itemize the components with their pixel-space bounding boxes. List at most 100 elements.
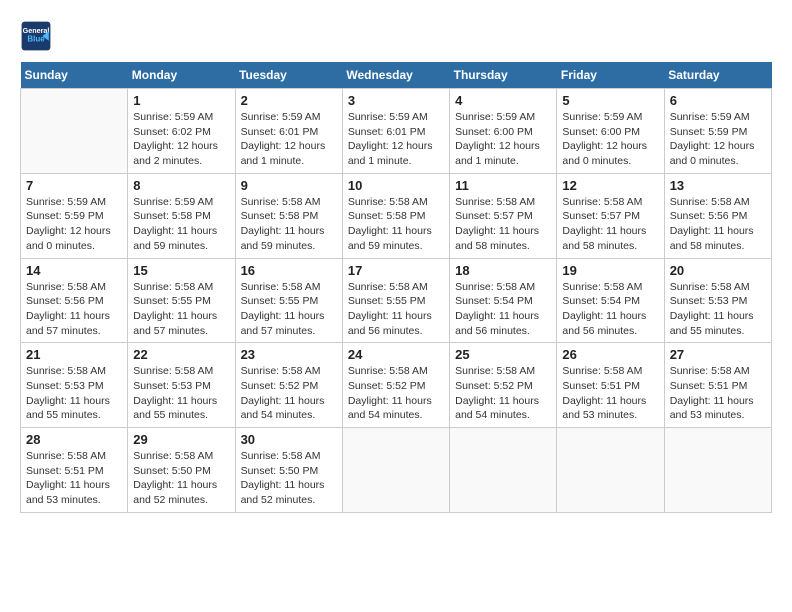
calendar-cell: 13 Sunrise: 5:58 AMSunset: 5:56 PMDaylig… — [664, 173, 771, 258]
calendar-cell: 9 Sunrise: 5:58 AMSunset: 5:58 PMDayligh… — [235, 173, 342, 258]
day-number: 22 — [133, 347, 229, 362]
calendar-cell: 27 Sunrise: 5:58 AMSunset: 5:51 PMDaylig… — [664, 343, 771, 428]
day-number: 23 — [241, 347, 337, 362]
cell-info: Sunrise: 5:58 AMSunset: 5:52 PMDaylight:… — [348, 365, 432, 421]
cell-info: Sunrise: 5:58 AMSunset: 5:53 PMDaylight:… — [670, 281, 754, 337]
day-number: 29 — [133, 432, 229, 447]
calendar-cell: 30 Sunrise: 5:58 AMSunset: 5:50 PMDaylig… — [235, 428, 342, 513]
day-header-sunday: Sunday — [21, 62, 128, 89]
calendar-cell: 29 Sunrise: 5:58 AMSunset: 5:50 PMDaylig… — [128, 428, 235, 513]
day-header-monday: Monday — [128, 62, 235, 89]
cell-info: Sunrise: 5:58 AMSunset: 5:51 PMDaylight:… — [562, 365, 646, 421]
svg-text:General: General — [23, 26, 50, 35]
cell-info: Sunrise: 5:58 AMSunset: 5:52 PMDaylight:… — [455, 365, 539, 421]
day-number: 30 — [241, 432, 337, 447]
day-header-tuesday: Tuesday — [235, 62, 342, 89]
cell-info: Sunrise: 5:58 AMSunset: 5:55 PMDaylight:… — [348, 281, 432, 337]
calendar-cell: 15 Sunrise: 5:58 AMSunset: 5:55 PMDaylig… — [128, 258, 235, 343]
calendar-cell: 25 Sunrise: 5:58 AMSunset: 5:52 PMDaylig… — [450, 343, 557, 428]
calendar-cell — [450, 428, 557, 513]
calendar-cell: 26 Sunrise: 5:58 AMSunset: 5:51 PMDaylig… — [557, 343, 664, 428]
day-header-wednesday: Wednesday — [342, 62, 449, 89]
cell-info: Sunrise: 5:58 AMSunset: 5:57 PMDaylight:… — [562, 196, 646, 252]
cell-info: Sunrise: 5:59 AMSunset: 6:01 PMDaylight:… — [241, 111, 326, 167]
calendar-cell: 5 Sunrise: 5:59 AMSunset: 6:00 PMDayligh… — [557, 89, 664, 174]
day-number: 17 — [348, 263, 444, 278]
day-number: 1 — [133, 93, 229, 108]
page-header: General Blue — [20, 20, 772, 52]
week-row-4: 21 Sunrise: 5:58 AMSunset: 5:53 PMDaylig… — [21, 343, 772, 428]
day-number: 7 — [26, 178, 122, 193]
calendar-table: SundayMondayTuesdayWednesdayThursdayFrid… — [20, 62, 772, 513]
calendar-cell — [342, 428, 449, 513]
calendar-cell: 22 Sunrise: 5:58 AMSunset: 5:53 PMDaylig… — [128, 343, 235, 428]
calendar-cell — [21, 89, 128, 174]
calendar-cell: 28 Sunrise: 5:58 AMSunset: 5:51 PMDaylig… — [21, 428, 128, 513]
calendar-cell: 8 Sunrise: 5:59 AMSunset: 5:58 PMDayligh… — [128, 173, 235, 258]
cell-info: Sunrise: 5:58 AMSunset: 5:54 PMDaylight:… — [562, 281, 646, 337]
cell-info: Sunrise: 5:58 AMSunset: 5:54 PMDaylight:… — [455, 281, 539, 337]
cell-info: Sunrise: 5:59 AMSunset: 5:59 PMDaylight:… — [670, 111, 755, 167]
calendar-cell: 10 Sunrise: 5:58 AMSunset: 5:58 PMDaylig… — [342, 173, 449, 258]
day-header-saturday: Saturday — [664, 62, 771, 89]
calendar-cell — [664, 428, 771, 513]
calendar-cell — [557, 428, 664, 513]
calendar-cell: 24 Sunrise: 5:58 AMSunset: 5:52 PMDaylig… — [342, 343, 449, 428]
calendar-cell: 12 Sunrise: 5:58 AMSunset: 5:57 PMDaylig… — [557, 173, 664, 258]
calendar-cell: 20 Sunrise: 5:58 AMSunset: 5:53 PMDaylig… — [664, 258, 771, 343]
calendar-cell: 11 Sunrise: 5:58 AMSunset: 5:57 PMDaylig… — [450, 173, 557, 258]
day-number: 16 — [241, 263, 337, 278]
day-number: 19 — [562, 263, 658, 278]
calendar-cell: 4 Sunrise: 5:59 AMSunset: 6:00 PMDayligh… — [450, 89, 557, 174]
calendar-cell: 19 Sunrise: 5:58 AMSunset: 5:54 PMDaylig… — [557, 258, 664, 343]
day-header-friday: Friday — [557, 62, 664, 89]
day-number: 24 — [348, 347, 444, 362]
cell-info: Sunrise: 5:58 AMSunset: 5:57 PMDaylight:… — [455, 196, 539, 252]
cell-info: Sunrise: 5:58 AMSunset: 5:50 PMDaylight:… — [241, 450, 325, 506]
cell-info: Sunrise: 5:58 AMSunset: 5:53 PMDaylight:… — [133, 365, 217, 421]
calendar-cell: 14 Sunrise: 5:58 AMSunset: 5:56 PMDaylig… — [21, 258, 128, 343]
calendar-cell: 2 Sunrise: 5:59 AMSunset: 6:01 PMDayligh… — [235, 89, 342, 174]
day-number: 5 — [562, 93, 658, 108]
day-number: 11 — [455, 178, 551, 193]
day-number: 8 — [133, 178, 229, 193]
cell-info: Sunrise: 5:59 AMSunset: 6:00 PMDaylight:… — [562, 111, 647, 167]
calendar-cell: 6 Sunrise: 5:59 AMSunset: 5:59 PMDayligh… — [664, 89, 771, 174]
calendar-cell: 7 Sunrise: 5:59 AMSunset: 5:59 PMDayligh… — [21, 173, 128, 258]
day-number: 13 — [670, 178, 766, 193]
cell-info: Sunrise: 5:58 AMSunset: 5:58 PMDaylight:… — [241, 196, 325, 252]
day-number: 20 — [670, 263, 766, 278]
day-number: 3 — [348, 93, 444, 108]
day-number: 25 — [455, 347, 551, 362]
cell-info: Sunrise: 5:58 AMSunset: 5:53 PMDaylight:… — [26, 365, 110, 421]
cell-info: Sunrise: 5:58 AMSunset: 5:51 PMDaylight:… — [26, 450, 110, 506]
cell-info: Sunrise: 5:58 AMSunset: 5:56 PMDaylight:… — [26, 281, 110, 337]
cell-info: Sunrise: 5:58 AMSunset: 5:51 PMDaylight:… — [670, 365, 754, 421]
cell-info: Sunrise: 5:58 AMSunset: 5:52 PMDaylight:… — [241, 365, 325, 421]
week-row-3: 14 Sunrise: 5:58 AMSunset: 5:56 PMDaylig… — [21, 258, 772, 343]
week-row-2: 7 Sunrise: 5:59 AMSunset: 5:59 PMDayligh… — [21, 173, 772, 258]
calendar-cell: 3 Sunrise: 5:59 AMSunset: 6:01 PMDayligh… — [342, 89, 449, 174]
day-number: 28 — [26, 432, 122, 447]
cell-info: Sunrise: 5:59 AMSunset: 5:58 PMDaylight:… — [133, 196, 217, 252]
week-row-1: 1 Sunrise: 5:59 AMSunset: 6:02 PMDayligh… — [21, 89, 772, 174]
day-number: 27 — [670, 347, 766, 362]
cell-info: Sunrise: 5:58 AMSunset: 5:56 PMDaylight:… — [670, 196, 754, 252]
cell-info: Sunrise: 5:58 AMSunset: 5:58 PMDaylight:… — [348, 196, 432, 252]
calendar-cell: 17 Sunrise: 5:58 AMSunset: 5:55 PMDaylig… — [342, 258, 449, 343]
day-number: 6 — [670, 93, 766, 108]
day-number: 15 — [133, 263, 229, 278]
week-row-5: 28 Sunrise: 5:58 AMSunset: 5:51 PMDaylig… — [21, 428, 772, 513]
cell-info: Sunrise: 5:58 AMSunset: 5:50 PMDaylight:… — [133, 450, 217, 506]
calendar-header-row: SundayMondayTuesdayWednesdayThursdayFrid… — [21, 62, 772, 89]
logo: General Blue — [20, 20, 52, 52]
cell-info: Sunrise: 5:59 AMSunset: 6:02 PMDaylight:… — [133, 111, 218, 167]
day-number: 10 — [348, 178, 444, 193]
cell-info: Sunrise: 5:58 AMSunset: 5:55 PMDaylight:… — [133, 281, 217, 337]
cell-info: Sunrise: 5:58 AMSunset: 5:55 PMDaylight:… — [241, 281, 325, 337]
logo-icon: General Blue — [20, 20, 52, 52]
day-number: 4 — [455, 93, 551, 108]
calendar-cell: 23 Sunrise: 5:58 AMSunset: 5:52 PMDaylig… — [235, 343, 342, 428]
day-number: 12 — [562, 178, 658, 193]
day-number: 2 — [241, 93, 337, 108]
